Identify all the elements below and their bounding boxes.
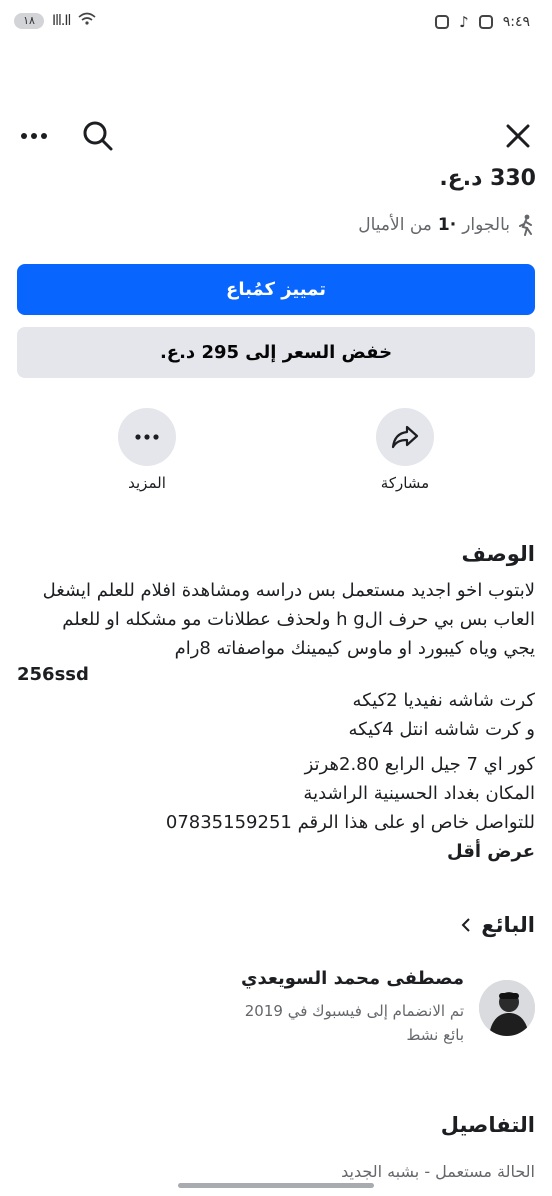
top-bar <box>0 110 552 162</box>
distance-prefix: بالجوار <box>462 215 510 235</box>
share-label: مشاركة <box>380 474 430 492</box>
description-line: كرت شاشه نفيديا 2كيكه <box>352 690 535 711</box>
status-bar: ١٨ Ill.Il ♪ ٩:٤٩ <box>0 0 552 50</box>
screenshot-icon <box>435 15 450 29</box>
more-action[interactable]: المزيد <box>102 408 192 492</box>
walking-person-icon <box>519 214 532 236</box>
battery-icon: ١٨ <box>14 13 44 29</box>
more-circle[interactable] <box>118 408 176 466</box>
status-right: ♪ ٩:٤٩ <box>435 13 530 31</box>
description-line: يجي وياه كيبورد او ماوس كيمينك مواصفاته … <box>174 638 535 659</box>
seller-joined: تم الانضمام إلى فيسبوك في 2019 <box>244 1002 464 1020</box>
description-line: كور اي 7 جيل الرابع 2.80هرتز <box>304 754 535 775</box>
seller-status: بائع نشط <box>406 1026 464 1044</box>
more-dots-icon <box>135 434 159 440</box>
search-icon <box>83 121 113 151</box>
chevron-left-icon <box>461 918 470 932</box>
more-dots-icon <box>21 133 47 139</box>
distance-value: ·1 <box>437 215 457 235</box>
description-line: لابتوب اخو اجديد مستعمل بس دراسه ومشاهدة… <box>42 580 535 601</box>
seller-avatar[interactable] <box>479 980 535 1036</box>
home-indicator <box>178 1183 374 1188</box>
instagram-icon <box>478 15 493 29</box>
seller-section-header[interactable]: البائع <box>461 913 535 937</box>
share-circle[interactable] <box>376 408 434 466</box>
tiktok-icon: ♪ <box>459 13 469 31</box>
description-line: العاب بس بي حرف الh g ولحذف عطلانات مو م… <box>62 609 535 630</box>
wifi-icon <box>78 12 96 30</box>
share-arrow-icon <box>391 425 419 449</box>
details-row-text: الحالة مستعمل - بشبه الجديد <box>341 1162 535 1181</box>
seller-name[interactable]: مصطفى محمد السويعدي <box>241 968 464 989</box>
description-line: 256ssd <box>17 664 89 685</box>
search-button[interactable] <box>74 110 122 162</box>
mark-as-sold-button[interactable]: تمييز كمُباع <box>17 264 535 315</box>
share-action[interactable]: مشاركة <box>360 408 450 492</box>
seller-title: البائع <box>481 913 535 937</box>
description-line: المكان بغداد الحسينية الراشدية <box>303 783 535 804</box>
details-title: التفاصيل <box>440 1113 535 1137</box>
description-title: الوصف <box>461 542 535 566</box>
close-button[interactable] <box>494 110 542 162</box>
status-time: ٩:٤٩ <box>502 14 530 30</box>
description-line: للتواصل خاص او على هذا الرقم 07835159251 <box>165 812 535 833</box>
distance-unit: من الأميال <box>358 215 432 235</box>
more-options-button[interactable] <box>10 110 58 162</box>
status-left: ١٨ Ill.Il <box>14 12 96 30</box>
signal-icon: Ill.Il <box>52 13 71 29</box>
description-line: و كرت شاشه انتل 4كيكه <box>348 719 535 740</box>
listing-distance: بالجوار ·1 من الأميال <box>358 214 536 236</box>
details-row: الحالة مستعمل - بشبه الجديد <box>0 1160 552 1184</box>
close-icon <box>506 124 530 148</box>
listing-price: 330 د.ع. <box>439 166 536 191</box>
more-label: المزيد <box>128 474 166 492</box>
reduce-price-button[interactable]: خفض السعر إلى 295 د.ع. <box>17 327 535 378</box>
show-less-link[interactable]: عرض أقل <box>17 837 535 866</box>
